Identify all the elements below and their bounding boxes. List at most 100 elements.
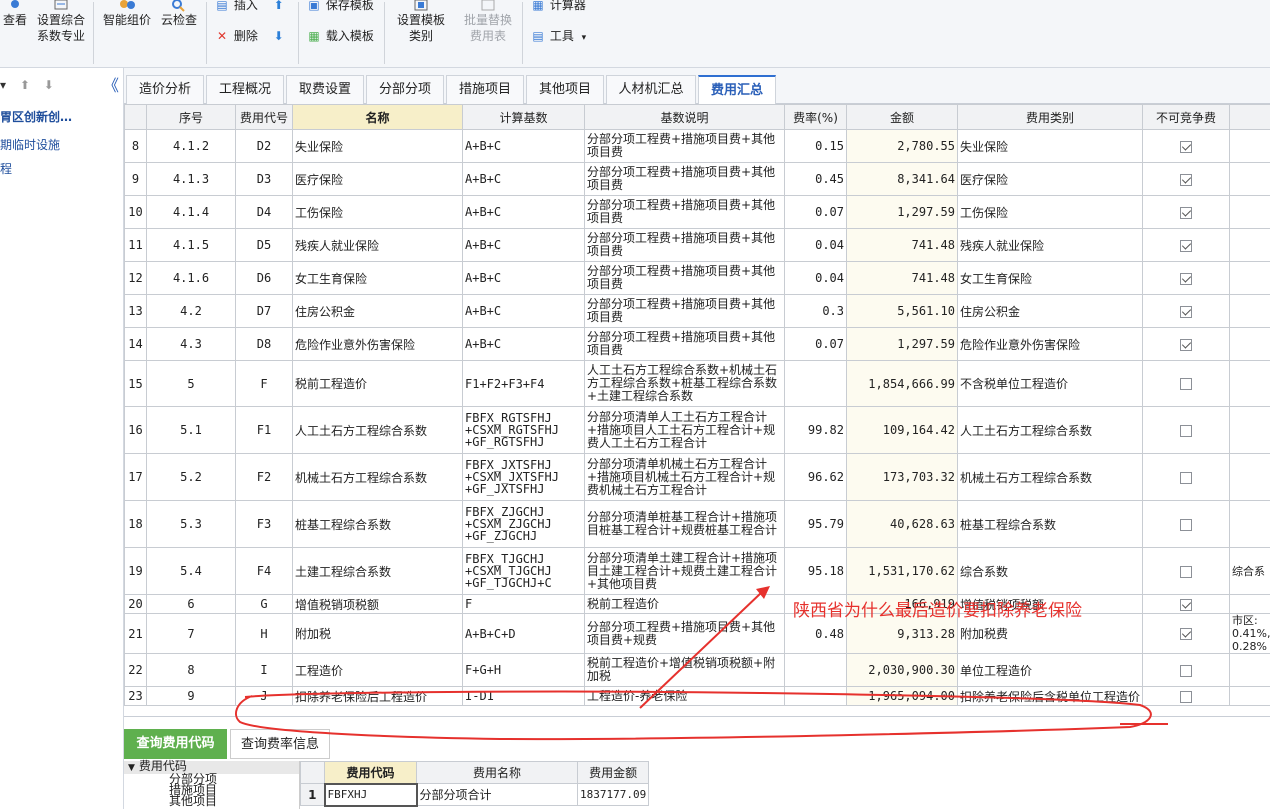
- amount-cell[interactable]: 1,297.59: [846, 195, 958, 229]
- move-down-icon[interactable]: ⬇: [274, 29, 284, 43]
- rate-cell[interactable]: 0.04: [784, 228, 847, 262]
- seq-cell[interactable]: 5.3: [146, 500, 236, 548]
- tree-item-other[interactable]: 其他项目: [124, 795, 299, 807]
- noncompetitive-checkbox[interactable]: [1180, 565, 1192, 578]
- category-cell[interactable]: 扣除养老保险后含税单位工程造价: [957, 686, 1143, 706]
- extra-cell[interactable]: [1229, 129, 1270, 163]
- seq-cell[interactable]: 8: [146, 653, 236, 687]
- extra-cell[interactable]: [1229, 453, 1270, 501]
- base-cell[interactable]: A+B+C: [462, 195, 585, 229]
- rate-cell[interactable]: [784, 653, 847, 687]
- extra-cell[interactable]: [1229, 406, 1270, 454]
- extra-cell[interactable]: [1229, 195, 1270, 229]
- rate-cell[interactable]: 99.82: [784, 406, 847, 454]
- name-cell[interactable]: 土建工程综合系数: [292, 547, 463, 595]
- base-cell[interactable]: FBFX_ZJGCHJ +CSXM_ZJGCHJ +GF_ZJGCHJ: [462, 500, 585, 548]
- tab-query-fee-rate[interactable]: 查询费率信息: [230, 729, 330, 759]
- code-cell[interactable]: D4: [235, 195, 293, 229]
- cloud-check-button[interactable]: 云检查: [158, 0, 200, 28]
- calculator-button[interactable]: ▦ 计算器: [530, 0, 586, 13]
- code-cell[interactable]: F: [235, 360, 293, 407]
- tab-fee-settings[interactable]: 取费设置: [286, 75, 364, 104]
- tab-query-fee-code[interactable]: 查询费用代码: [124, 729, 227, 759]
- table-row[interactable]: 17 5.2 F2 机械土石方工程综合系数 FBFX_JXTSFHJ +CSXM_JXT…: [124, 453, 1270, 501]
- rate-cell[interactable]: 95.79: [784, 500, 847, 548]
- code-cell[interactable]: D6: [235, 261, 293, 295]
- row-number-cell[interactable]: 18: [124, 500, 147, 548]
- noncompetitive-checkbox[interactable]: [1180, 140, 1192, 153]
- row-number-cell[interactable]: 22: [124, 653, 147, 687]
- header-seq[interactable]: 序号: [146, 104, 236, 130]
- base-cell[interactable]: A+B+C: [462, 228, 585, 262]
- name-cell[interactable]: 女工生育保险: [292, 261, 463, 295]
- noncompetitive-checkbox[interactable]: [1180, 173, 1192, 186]
- name-cell[interactable]: 残疾人就业保险: [292, 228, 463, 262]
- code-cell[interactable]: D8: [235, 327, 293, 361]
- table-row[interactable]: 15 5 F 税前工程造价 F1+F2+F3+F4 人工土石方工程综合系数+机械土石方工程…: [124, 360, 1270, 407]
- seq-cell[interactable]: 4.1.2: [146, 129, 236, 163]
- category-cell[interactable]: 女工生育保险: [957, 261, 1143, 295]
- base-cell[interactable]: A+B+C+D: [462, 613, 585, 654]
- base-desc-cell[interactable]: 分部分项清单桩基工程合计+措施项目桩基工程合计+规费桩基工程合计: [584, 500, 785, 548]
- table-row[interactable]: 21 7 H 附加税 A+B+C+D 分部分项工程费+措施项目费+其他项目费+规费 0.48…: [124, 613, 1270, 654]
- name-cell[interactable]: 桩基工程综合系数: [292, 500, 463, 548]
- sub-row-name[interactable]: 分部分项合计: [416, 783, 578, 806]
- category-cell[interactable]: 工伤保险: [957, 195, 1143, 229]
- extra-cell[interactable]: 综合系: [1229, 547, 1270, 595]
- base-desc-cell[interactable]: 税前工程造价+增值税销项税额+附加税: [584, 653, 785, 687]
- seq-cell[interactable]: 4.1.6: [146, 261, 236, 295]
- table-row[interactable]: 10 4.1.4 D4 工伤保险 A+B+C 分部分项工程费+措施项目费+其他项目费 0.0…: [124, 195, 1270, 229]
- code-cell[interactable]: D5: [235, 228, 293, 262]
- table-row[interactable]: 8 4.1.2 D2 失业保险 A+B+C 分部分项工程费+措施项目费+其他项目费 0.15…: [124, 129, 1270, 163]
- name-cell[interactable]: 危险作业意外伤害保险: [292, 327, 463, 361]
- row-number-cell[interactable]: 9: [124, 162, 147, 196]
- extra-cell[interactable]: [1229, 228, 1270, 262]
- table-row[interactable]: 12 4.1.6 D6 女工生育保险 A+B+C 分部分项工程费+措施项目费+其他项目费 0…: [124, 261, 1270, 295]
- load-template-button[interactable]: ▦ 载入模板: [306, 27, 374, 44]
- sub-header-name[interactable]: 费用名称: [416, 761, 578, 784]
- base-cell[interactable]: FBFX_RGTSFHJ +CSXM_RGTSFHJ +GF_RGTSFHJ: [462, 406, 585, 454]
- base-desc-cell[interactable]: 分部分项工程费+措施项目费+其他项目费: [584, 228, 785, 262]
- seq-cell[interactable]: 6: [146, 594, 236, 614]
- dropdown-icon[interactable]: ▾: [0, 78, 6, 92]
- base-cell[interactable]: F: [462, 594, 585, 614]
- noncompetitive-checkbox[interactable]: [1180, 239, 1192, 252]
- rate-cell[interactable]: 0.15: [784, 129, 847, 163]
- extra-cell[interactable]: [1229, 500, 1270, 548]
- base-cell[interactable]: A+B+C: [462, 162, 585, 196]
- header-name[interactable]: 名称: [292, 104, 463, 130]
- row-number-cell[interactable]: 23: [124, 686, 147, 706]
- collapse-icon[interactable]: 《: [103, 72, 119, 96]
- tab-cost-summary[interactable]: 费用汇总: [698, 75, 776, 104]
- tree-item-temp-facility[interactable]: 期临时设施: [0, 136, 60, 153]
- row-number-cell[interactable]: 13: [124, 294, 147, 328]
- code-cell[interactable]: D2: [235, 129, 293, 163]
- amount-cell[interactable]: 741.48: [846, 228, 958, 262]
- row-number-cell[interactable]: 21: [124, 613, 147, 654]
- table-row[interactable]: 9 4.1.3 D3 医疗保险 A+B+C 分部分项工程费+措施项目费+其他项目费 0.45…: [124, 162, 1270, 196]
- amount-cell[interactable]: 109,164.42: [846, 406, 958, 454]
- extra-cell[interactable]: [1229, 327, 1270, 361]
- set-coefficient-button[interactable]: 设置综合 系数专业: [34, 0, 88, 44]
- base-desc-cell[interactable]: 工程造价-养老保险: [584, 686, 785, 706]
- name-cell[interactable]: 机械土石方工程综合系数: [292, 453, 463, 501]
- category-cell[interactable]: 失业保险: [957, 129, 1143, 163]
- code-cell[interactable]: D3: [235, 162, 293, 196]
- rate-cell[interactable]: 0.07: [784, 327, 847, 361]
- save-template-button[interactable]: ▣ 保存模板: [306, 0, 374, 13]
- delete-button[interactable]: ✕ 删除 ⬇: [214, 27, 284, 44]
- extra-cell[interactable]: 市区: 0.41%, 0.28%: [1229, 613, 1270, 654]
- noncompetitive-checkbox[interactable]: [1180, 338, 1192, 351]
- base-desc-cell[interactable]: 分部分项清单土建工程合计+措施项目土建工程合计+规费土建工程合计+其他项目费: [584, 547, 785, 595]
- rate-cell[interactable]: 0.3: [784, 294, 847, 328]
- header-category[interactable]: 费用类别: [957, 104, 1143, 130]
- category-cell[interactable]: 残疾人就业保险: [957, 228, 1143, 262]
- code-cell[interactable]: F2: [235, 453, 293, 501]
- rate-cell[interactable]: [784, 686, 847, 706]
- extra-cell[interactable]: [1229, 261, 1270, 295]
- arrow-down-icon[interactable]: ⬇: [44, 78, 54, 92]
- name-cell[interactable]: 增值税销项税额: [292, 594, 463, 614]
- amount-cell[interactable]: 1,531,170.62: [846, 547, 958, 595]
- name-cell[interactable]: 附加税: [292, 613, 463, 654]
- tab-cost-analysis[interactable]: 造价分析: [126, 75, 204, 104]
